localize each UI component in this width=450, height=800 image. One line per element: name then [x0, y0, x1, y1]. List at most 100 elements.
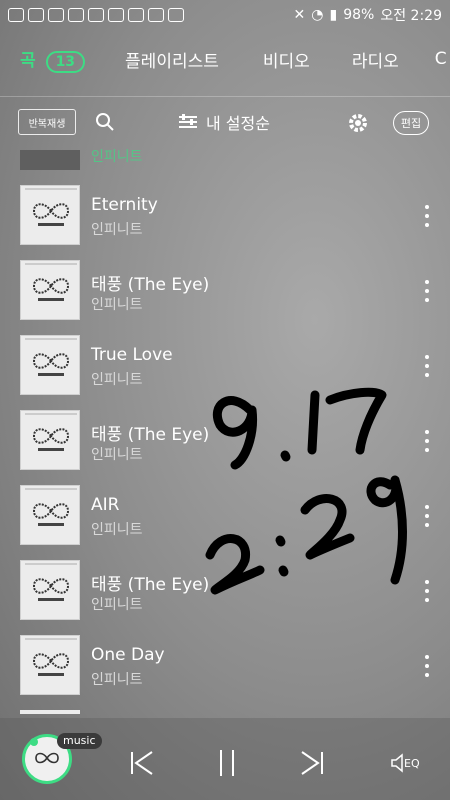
notification-icons [8, 8, 184, 22]
more-options-icon[interactable] [420, 205, 434, 227]
mini-player: music EQ [0, 718, 450, 800]
tab-radio[interactable]: 라디오 [352, 47, 399, 72]
album-art-detail [38, 373, 64, 376]
app-icon [128, 8, 144, 22]
chat-icon [8, 8, 24, 22]
album-art-detail [38, 598, 64, 601]
battery-level: 98% [343, 7, 375, 23]
song-title: 태풍 (The Eye) [91, 275, 210, 295]
album-art-detail [25, 188, 77, 190]
app-icon [48, 8, 64, 22]
tab-next[interactable]: C [435, 49, 447, 69]
song-title: Eternity [91, 195, 158, 215]
song-count-badge: 13 [45, 50, 86, 73]
album-art-detail [38, 523, 64, 526]
app-icon [88, 8, 104, 22]
album-art-detail [25, 413, 77, 415]
album-art-detail [38, 448, 64, 451]
song-row[interactable]: One Day 인피니트 [0, 635, 450, 697]
eq-button[interactable]: EQ [390, 750, 430, 776]
infinity-icon [32, 503, 70, 519]
gear-icon[interactable] [346, 111, 370, 135]
album-art-detail [25, 488, 77, 490]
album-art-detail [25, 263, 77, 265]
song-title: 태풍 (The Eye) [91, 575, 210, 595]
infinity-icon [32, 578, 70, 594]
sort-icon [179, 114, 197, 128]
song-row[interactable]: 태풍 (The Eye) 인피니트 [0, 410, 450, 472]
album-art-detail [38, 673, 64, 676]
tab-label: 곡 [20, 50, 36, 71]
album-art [20, 485, 80, 545]
infinity-icon [32, 203, 70, 219]
song-row[interactable]: 태풍 (The Eye) 인피니트 [0, 260, 450, 322]
song-artist: 인피니트 [91, 672, 143, 688]
infinity-icon [32, 653, 70, 669]
album-art-partial [20, 710, 80, 714]
app-icon [108, 8, 124, 22]
tab-bar: 곡 13 플레이리스트 비디오 라디오 C [0, 34, 450, 84]
song-artist: 인피니트 [91, 597, 143, 613]
app-icon [168, 8, 184, 22]
album-art [20, 260, 80, 320]
more-options-icon[interactable] [420, 580, 434, 602]
song-title: 태풍 (The Eye) [91, 425, 210, 445]
song-row[interactable]: AIR 인피니트 [0, 485, 450, 547]
infinity-icon [35, 752, 59, 764]
tab-playlists[interactable]: 플레이리스트 [125, 47, 219, 72]
sort-label: 내 설정순 [206, 114, 270, 133]
album-art-detail [25, 563, 77, 565]
song-title: One Day [91, 645, 165, 665]
tab-videos[interactable]: 비디오 [263, 47, 310, 72]
status-bar: ✕ ◔ ▮ 98% 오전 2:29 [0, 0, 450, 30]
song-artist: 인피니트 [91, 372, 143, 388]
pause-icon[interactable] [212, 748, 242, 778]
next-icon[interactable] [296, 748, 326, 778]
edit-button[interactable]: 편집 [393, 111, 429, 135]
song-row[interactable]: 태풍 (The Eye) 인피니트 [0, 560, 450, 622]
speaker-icon [391, 753, 403, 773]
clock: 오전 2:29 [380, 8, 442, 24]
infinity-icon [32, 278, 70, 294]
eq-label: EQ [404, 756, 420, 770]
tab-songs[interactable]: 곡 13 [20, 46, 86, 73]
song-artist: 인피니트 [91, 522, 143, 538]
more-options-icon[interactable] [420, 505, 434, 527]
song-artist: 인피니트 [91, 222, 143, 238]
more-options-icon[interactable] [420, 655, 434, 677]
more-options-icon[interactable] [420, 355, 434, 377]
infinity-icon [32, 428, 70, 444]
song-row[interactable]: True Love 인피니트 [0, 335, 450, 397]
wifi-icon: ◔ [311, 7, 324, 23]
playing-indicator [30, 738, 38, 746]
app-icon [148, 8, 164, 22]
album-art [20, 635, 80, 695]
album-art-partial [20, 150, 80, 170]
song-title: AIR [91, 495, 120, 515]
divider [0, 96, 450, 97]
app-icon [68, 8, 84, 22]
sort-button[interactable]: 내 설정순 [178, 109, 270, 135]
song-row[interactable]: Eternity 인피니트 [0, 185, 450, 247]
album-art [20, 335, 80, 395]
song-artist: 인피니트 [91, 297, 143, 313]
more-options-icon[interactable] [420, 430, 434, 452]
album-art [20, 185, 80, 245]
more-options-icon[interactable] [420, 280, 434, 302]
signal-icon: ▮ [329, 7, 338, 23]
album-art [20, 560, 80, 620]
song-artist: 인피니트 [91, 447, 143, 463]
infinity-icon [32, 353, 70, 369]
list-toolbar: 반복재생 내 설정순 편집 [0, 105, 450, 141]
search-icon[interactable] [95, 112, 115, 132]
album-art-detail [25, 338, 77, 340]
album-art-detail [38, 223, 64, 226]
album-art [20, 410, 80, 470]
music-tag: music [57, 733, 102, 749]
song-title: True Love [91, 345, 173, 365]
mute-icon: ✕ [293, 7, 306, 23]
previous-icon[interactable] [128, 748, 158, 778]
album-art-detail [38, 298, 64, 301]
album-art-detail [25, 638, 77, 640]
repeat-button[interactable]: 반복재생 [18, 109, 76, 135]
